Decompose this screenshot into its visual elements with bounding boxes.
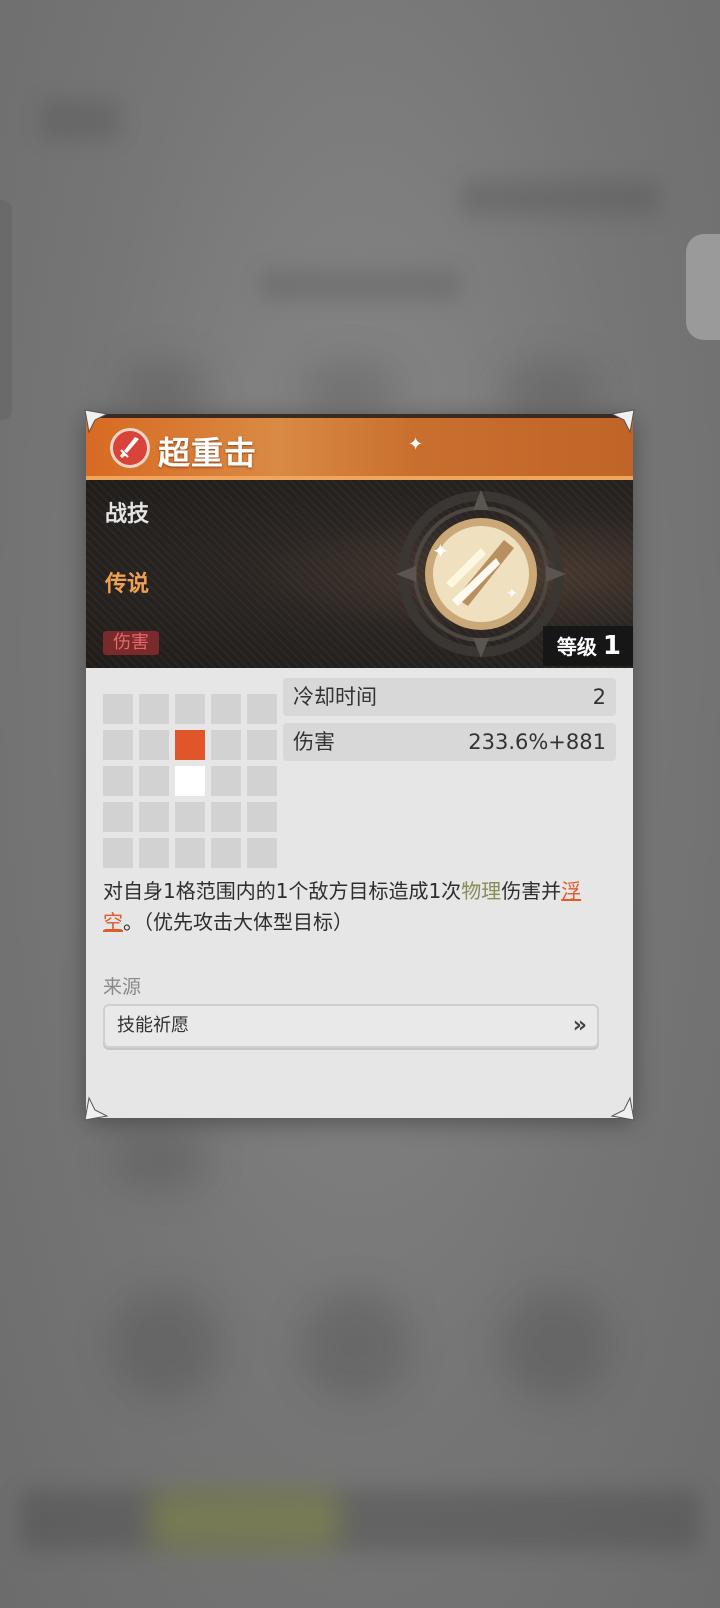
range-cell: [211, 802, 241, 832]
desc-keyword-physical: 物理: [461, 879, 502, 903]
corner-ornament-icon: [83, 408, 109, 434]
range-cell: [211, 838, 241, 868]
stat-row-damage: 伤害 233.6%+881: [283, 723, 616, 761]
corner-ornament-icon: [610, 408, 636, 434]
stat-row-cooldown: 冷却时间 2: [283, 678, 616, 716]
source-label: 来源: [103, 976, 142, 998]
range-cell-target: [175, 730, 205, 760]
stat-value: 2: [592, 685, 606, 709]
skill-detail-dialog: 超重击 ✦ 战技 传说 伤害 ✦ ✦ 等级 1 冷却时间 2 伤害 233.6%…: [86, 414, 633, 1118]
range-cell: [139, 730, 169, 760]
range-cell: [103, 694, 133, 724]
level-label: 等级: [556, 635, 597, 659]
left-edge-handle: [0, 200, 12, 420]
source-button-label: 技能祈愿: [117, 1015, 189, 1036]
skill-level-badge: 等级 1: [542, 626, 633, 666]
desc-text: 。（优先攻击大体型目标）: [123, 910, 353, 934]
stat-label: 伤害: [293, 730, 335, 754]
range-cell: [247, 766, 277, 796]
desc-text: 对自身1格范围内的1个敌方目标造成1次: [103, 879, 462, 903]
bg-blur: [500, 1290, 610, 1400]
range-cell: [103, 730, 133, 760]
source-button[interactable]: 技能祈愿 »: [103, 1004, 599, 1048]
range-cell: [139, 694, 169, 724]
stat-label: 冷却时间: [293, 685, 377, 709]
bg-blur: [110, 1130, 210, 1190]
bg-blur: [500, 360, 600, 420]
corner-ornament-icon: [83, 1096, 109, 1122]
bg-blur: [120, 360, 210, 420]
bg-blur: [300, 1290, 410, 1400]
range-cell: [247, 838, 277, 868]
sword-icon: [110, 428, 150, 468]
skill-rarity: 传说: [105, 572, 150, 597]
range-cell-self: [175, 766, 205, 796]
range-cell: [247, 802, 277, 832]
right-edge-handle[interactable]: [686, 234, 720, 340]
sparkle-icon: ✦: [408, 434, 424, 455]
bg-blur: [300, 360, 400, 420]
range-cell: [103, 766, 133, 796]
range-cell: [139, 838, 169, 868]
bg-blur: [20, 1490, 700, 1550]
corner-ornament-icon: [610, 1096, 636, 1122]
double-chevron-icon: »: [572, 1013, 587, 1038]
skill-banner: 战技 传说 伤害 ✦ ✦ 等级 1: [86, 480, 633, 668]
bg-blur: [110, 1290, 220, 1400]
dialog-header: 超重击 ✦: [86, 414, 633, 480]
skill-tag-badge: 伤害: [103, 631, 159, 655]
desc-text: 伤害并: [501, 879, 562, 903]
range-cell: [103, 838, 133, 868]
range-cell: [175, 838, 205, 868]
bg-blur: [460, 180, 660, 216]
level-value: 1: [602, 631, 621, 661]
skill-title: 超重击: [158, 434, 258, 472]
stat-value: 233.6%+881: [468, 730, 606, 754]
range-cell: [139, 802, 169, 832]
range-cell: [139, 766, 169, 796]
bg-blur: [150, 1490, 340, 1550]
attack-range-grid: [103, 694, 277, 868]
range-cell: [211, 730, 241, 760]
svg-text:✦: ✦: [432, 539, 449, 563]
svg-text:✦: ✦: [506, 586, 518, 602]
range-cell: [247, 694, 277, 724]
bg-blur: [40, 100, 120, 140]
skill-type: 战技: [105, 502, 150, 527]
bg-blur: [260, 270, 460, 300]
range-cell: [103, 802, 133, 832]
range-cell: [175, 802, 205, 832]
range-cell: [211, 694, 241, 724]
skill-description: 对自身1格范围内的1个敌方目标造成1次物理伤害并浮空。（优先攻击大体型目标）: [103, 876, 615, 938]
range-cell: [175, 694, 205, 724]
range-cell: [211, 766, 241, 796]
range-cell: [247, 730, 277, 760]
